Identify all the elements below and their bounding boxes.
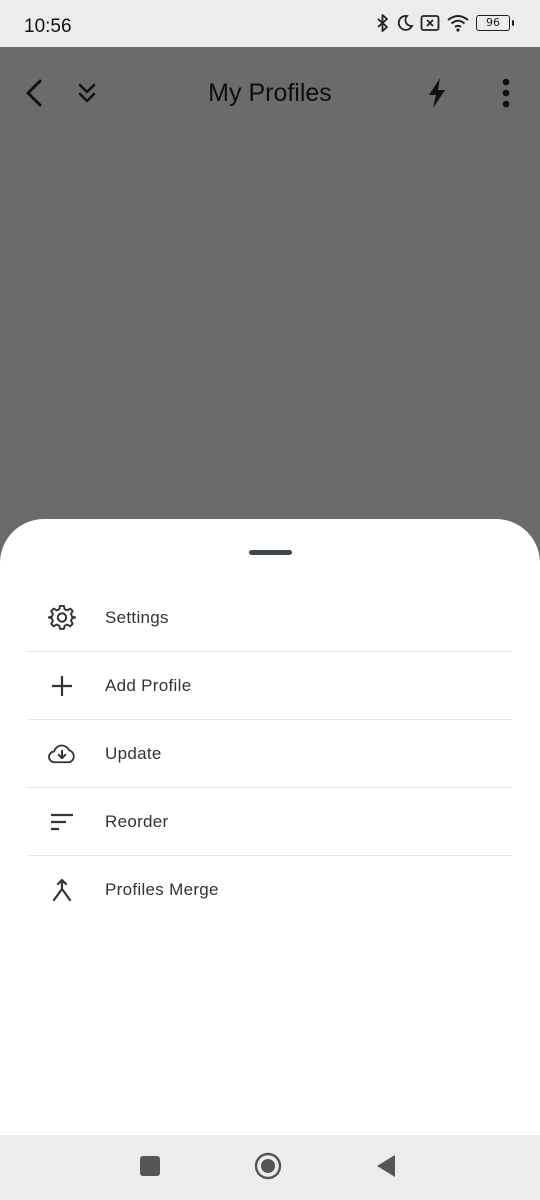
no-sim-icon (420, 14, 440, 32)
menu-item-profiles-merge[interactable]: Profiles Merge (28, 856, 512, 923)
nav-back-button[interactable] (371, 1153, 401, 1183)
menu-item-label: Add Profile (105, 676, 192, 695)
merge-icon (48, 876, 76, 904)
menu-item-reorder[interactable]: Reorder (28, 788, 512, 856)
plus-icon (48, 672, 76, 700)
gear-icon (48, 604, 76, 632)
app-bar: My Profiles (0, 47, 540, 143)
status-bar: 10:56 96 (0, 0, 540, 47)
bottom-sheet: Settings Add Profile Update Reorder Prof… (0, 519, 540, 1135)
cloud-download-icon (48, 740, 76, 768)
sheet-menu: Settings Add Profile Update Reorder Prof… (28, 584, 512, 923)
bluetooth-icon (376, 14, 390, 32)
menu-item-label: Reorder (105, 812, 169, 831)
status-icons: 96 (376, 14, 514, 32)
more-vertical-icon (501, 77, 511, 114)
battery-icon: 96 (476, 15, 514, 31)
home-icon (254, 1152, 282, 1185)
flash-button[interactable] (417, 75, 457, 115)
more-options-button[interactable] (486, 75, 526, 115)
scrim-overlay[interactable] (0, 143, 540, 519)
flash-icon (427, 77, 447, 114)
back-triangle-icon (375, 1154, 397, 1183)
menu-item-settings[interactable]: Settings (28, 584, 512, 652)
sort-icon (48, 808, 76, 836)
recents-icon (140, 1155, 160, 1181)
page-title: My Profiles (208, 79, 332, 107)
menu-item-add-profile[interactable]: Add Profile (28, 652, 512, 720)
drag-handle[interactable] (249, 550, 292, 555)
wifi-icon (446, 14, 470, 32)
menu-item-label: Update (105, 744, 162, 763)
menu-item-label: Settings (105, 608, 169, 627)
home-button[interactable] (253, 1152, 283, 1185)
system-nav-bar (0, 1135, 540, 1200)
recents-button[interactable] (135, 1153, 165, 1183)
moon-icon (396, 14, 414, 32)
menu-item-update[interactable]: Update (28, 720, 512, 788)
status-time: 10:56 (24, 16, 72, 37)
menu-item-label: Profiles Merge (105, 880, 219, 899)
